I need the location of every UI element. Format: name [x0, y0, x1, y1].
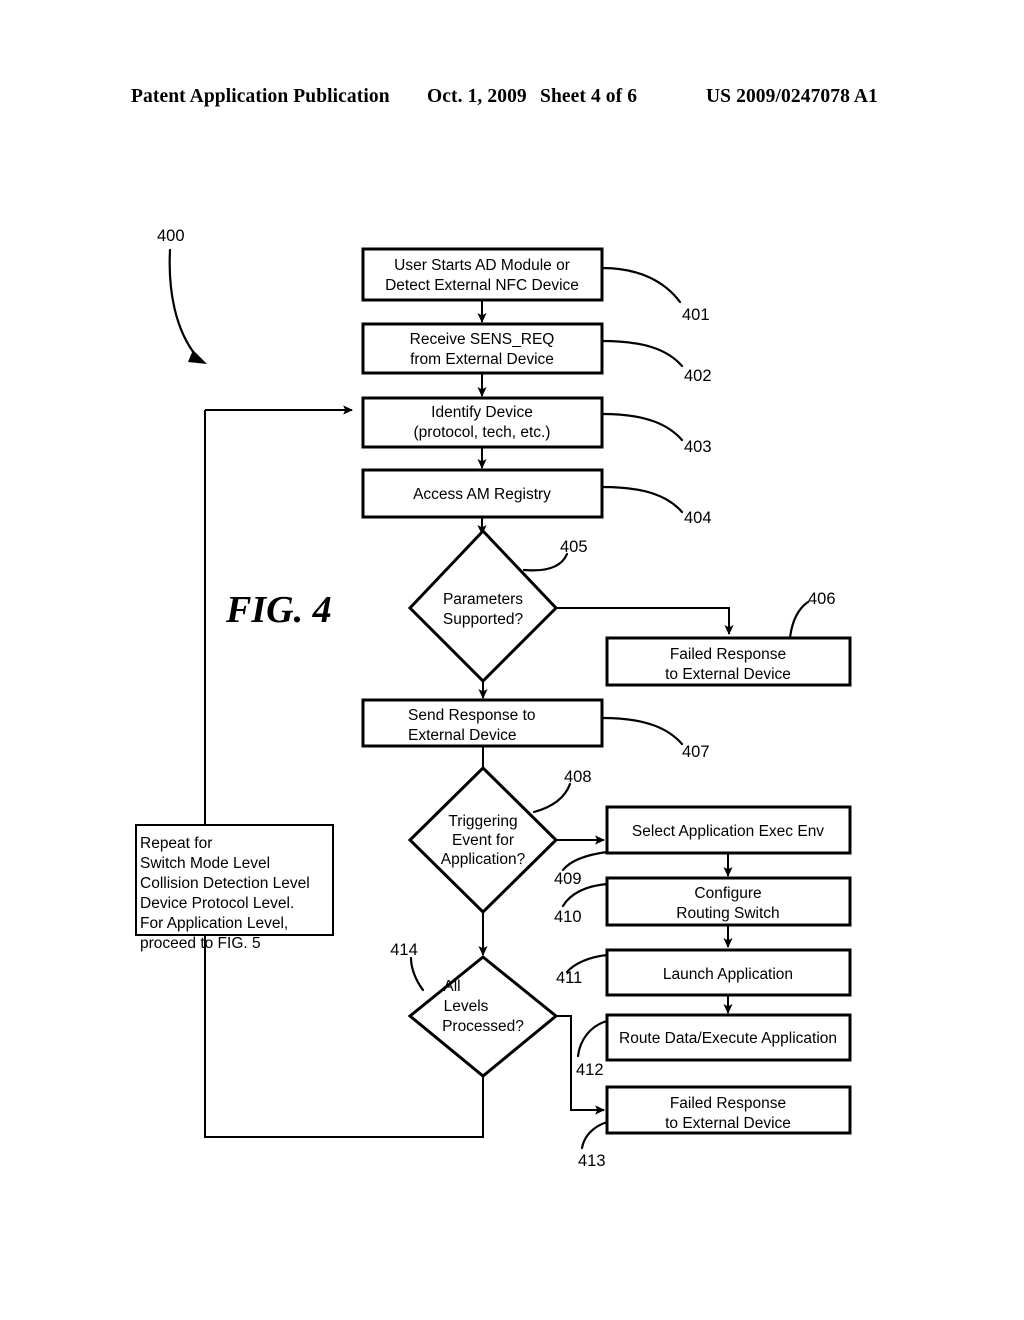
node-407-leader	[600, 716, 684, 746]
node-406-ref: 406	[808, 590, 836, 608]
node-403: Identify Device (protocol, tech, etc.) 4…	[361, 396, 712, 456]
node-405-line2: Supported?	[443, 611, 524, 628]
node-414-leader	[409, 956, 425, 992]
node-405-ref: 405	[560, 538, 588, 556]
node-406-line2: to External Device	[665, 666, 791, 683]
node-402-leader	[600, 339, 684, 368]
node-406: Failed Response to External Device 406	[605, 590, 852, 687]
node-404-line1: Access AM Registry	[413, 486, 551, 503]
node-407-line2: External Device	[408, 727, 517, 744]
node-405-leader	[522, 552, 569, 572]
node-409: Select Application Exec Env 409	[554, 805, 852, 888]
node-404: Access AM Registry 404	[361, 468, 712, 527]
node-411-line1: Launch Application	[663, 966, 793, 983]
diagram-ref-400-label: 400	[157, 227, 185, 245]
node-401-leader	[600, 266, 682, 304]
node-407-ref: 407	[682, 743, 710, 761]
node-403-ref: 403	[684, 438, 712, 456]
node-402: Receive SENS_REQ from External Device 40…	[361, 322, 712, 385]
node-405: Parameters Supported? 405	[407, 528, 588, 684]
node-401-line1: User Starts AD Module or	[394, 257, 570, 274]
repeat-note-line-5: proceed to FIG. 5	[140, 935, 261, 952]
node-413-line2: to External Device	[665, 1115, 791, 1132]
node-413-line1: Failed Response	[670, 1095, 786, 1112]
node-411: Launch Application 411	[556, 948, 852, 997]
figure-caption: FIG. 4	[225, 589, 332, 631]
repeat-note-line-1: Switch Mode Level	[140, 855, 270, 872]
node-410-line2: Routing Switch	[676, 905, 779, 922]
patent-drawing-page: Patent Application Publication Oct. 1, 2…	[0, 0, 1024, 1320]
repeat-note-line-2: Collision Detection Level	[140, 875, 310, 892]
node-407: Send Response to External Device 407	[361, 698, 710, 761]
node-407-line1: Send Response to	[408, 707, 536, 724]
node-408-ref: 408	[564, 768, 592, 786]
node-411-ref: 411	[556, 969, 582, 987]
node-401: User Starts AD Module or Detect External…	[361, 247, 710, 324]
repeat-note: Repeat for Switch Mode Level Collision D…	[135, 824, 334, 952]
node-403-leader	[600, 412, 684, 442]
node-408-line1: Triggering	[448, 813, 517, 830]
node-408-line3: Application?	[441, 851, 526, 868]
node-409-ref: 409	[554, 870, 582, 888]
node-409-line1: Select Application Exec Env	[632, 823, 824, 840]
node-414-line1: All	[443, 978, 460, 995]
node-401-line2: Detect External NFC Device	[385, 277, 579, 294]
node-414-diamond	[407, 955, 559, 1078]
edge-405-to-406	[556, 607, 734, 636]
repeat-note-line-0: Repeat for	[140, 835, 212, 852]
node-412-line1: Route Data/Execute Application	[619, 1030, 837, 1047]
node-413-leader	[580, 1120, 609, 1150]
node-402-ref: 402	[684, 367, 712, 385]
node-404-leader	[600, 485, 684, 514]
node-410: Configure Routing Switch 410	[554, 876, 852, 927]
node-406-leader	[788, 600, 810, 640]
node-402-line1: Receive SENS_REQ	[410, 331, 555, 348]
node-406-line1: Failed Response	[670, 646, 786, 663]
node-405-line1: Parameters	[443, 591, 523, 608]
repeat-note-line-4: For Application Level,	[140, 915, 288, 932]
node-401-ref: 401	[682, 306, 710, 324]
node-414: All Levels Processed? 414	[390, 941, 559, 1078]
node-414-line3: Processed?	[442, 1018, 524, 1035]
node-414-line2: Levels	[444, 998, 489, 1015]
node-409-leader	[561, 850, 609, 872]
node-412-ref: 412	[576, 1061, 604, 1079]
figure-4-flowchart: 400 FIG. 4 User Starts AD Module or Dete…	[0, 0, 1024, 1320]
diagram-ref-400: 400	[157, 227, 207, 364]
node-410-ref: 410	[554, 908, 582, 926]
node-408-line2: Event for	[452, 832, 514, 849]
node-413-ref: 413	[578, 1152, 606, 1170]
repeat-note-line-3: Device Protocol Level.	[140, 895, 294, 912]
node-413: Failed Response to External Device 413	[578, 1085, 852, 1170]
node-404-ref: 404	[684, 509, 712, 527]
diagram-ref-400-arrowhead	[188, 350, 207, 364]
diagram-ref-400-leader	[168, 248, 199, 359]
node-403-line1: Identify Device	[431, 404, 533, 421]
node-412-leader	[576, 1019, 609, 1058]
node-402-line2: from External Device	[410, 351, 554, 368]
node-414-ref: 414	[390, 941, 418, 959]
node-410-line1: Configure	[694, 885, 761, 902]
node-408-leader	[532, 782, 572, 814]
node-403-line2: (protocol, tech, etc.)	[414, 424, 551, 441]
node-412: Route Data/Execute Application 412	[576, 1013, 852, 1079]
